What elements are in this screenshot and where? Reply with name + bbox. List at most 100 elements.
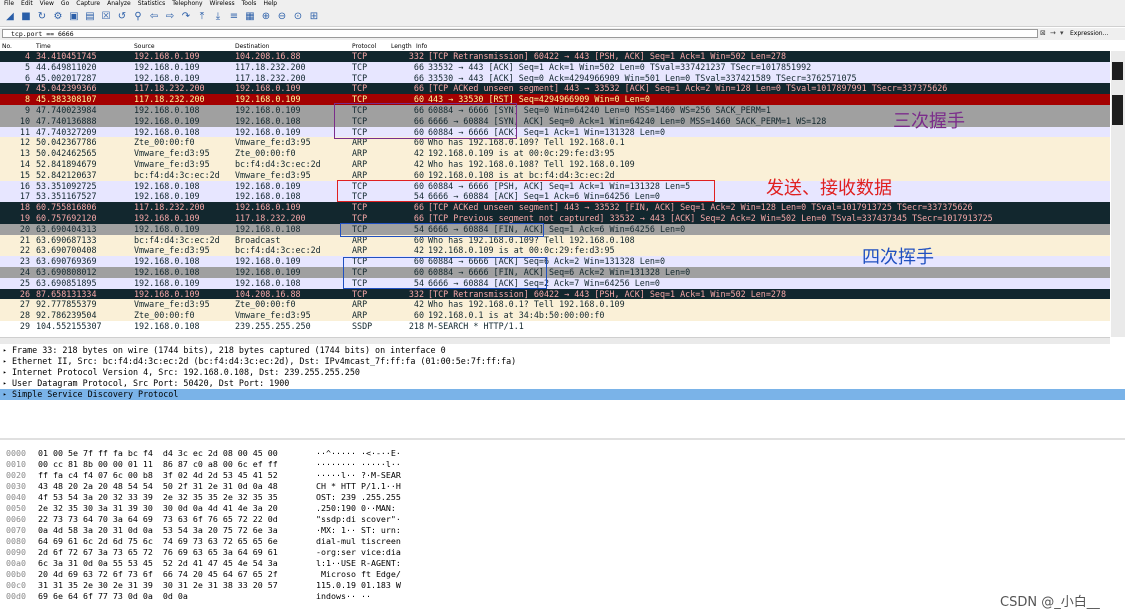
packet-row[interactable]: 6 45.002017287 192.168.0.109 117.18.232.200… xyxy=(0,72,1110,84)
hex-row[interactable]: 0010 00 cc 81 8b 00 00 01 11 86 87 c0 a8 … xyxy=(0,459,1125,470)
detail-tree-item[interactable]: ▸ Internet Protocol Version 4, Src: 192.1… xyxy=(0,367,1125,378)
hex-row[interactable]: 0090 2d 6f 72 67 3a 73 65 72 76 69 63 65 … xyxy=(0,547,1125,558)
packet-row[interactable]: 28 92.786239504 Zte_00:00:f0 Vmware_fe:d3:9… xyxy=(0,310,1110,321)
restart-icon[interactable]: ↻ xyxy=(36,11,48,23)
column-header-length[interactable]: Length xyxy=(391,43,412,51)
hex-row[interactable]: 0060 22 73 73 64 70 3a 64 69 73 63 6f 76 … xyxy=(0,514,1125,525)
menu-item-help[interactable]: Help xyxy=(263,0,277,7)
column-header-time[interactable]: Time xyxy=(36,43,51,51)
last-icon[interactable]: ⤓ xyxy=(212,11,224,23)
expand-arrow-icon[interactable]: ▸ xyxy=(3,356,7,367)
packet-row[interactable]: 25 63.690851895 192.168.0.109 192.168.0.108… xyxy=(0,277,1110,289)
hex-row[interactable]: 0080 64 69 61 6c 2d 6d 75 6c 74 69 73 63 … xyxy=(0,536,1125,547)
packet-row[interactable]: 15 52.842120637 bc:f4:d4:3c:ec:2d Vmware_fe… xyxy=(0,169,1110,181)
column-header-source[interactable]: Source xyxy=(134,43,155,51)
packet-no: 9 xyxy=(24,104,30,115)
column-header-destination[interactable]: Destination xyxy=(235,43,269,51)
options-icon[interactable]: ⚙ xyxy=(52,11,64,23)
packet-row[interactable]: 5 44.649811020 192.168.0.109 117.18.232.200… xyxy=(0,61,1110,73)
hex-row[interactable]: 00a0 6c 3a 31 0d 0a 55 53 45 52 2d 41 47 … xyxy=(0,558,1125,569)
menu-item-go[interactable]: Go xyxy=(61,0,69,7)
packet-row[interactable]: 7 45.042399366 117.18.232.200 192.168.0.109… xyxy=(0,83,1110,95)
detail-tree-item[interactable]: ▸ Ethernet II, Src: bc:f4:d4:3c:ec:2d (bc… xyxy=(0,356,1125,367)
hex-row[interactable]: 0030 43 48 20 2a 20 48 54 54 50 2f 31 2e … xyxy=(0,481,1125,492)
packet-row[interactable]: 8 45.383308107 117.18.232.200 192.168.0.109… xyxy=(0,94,1110,105)
hex-row[interactable]: 0020 ff fa c4 f4 07 6c 00 b8 3f 02 4d 2d … xyxy=(0,470,1125,481)
packet-time: 63.690404313 xyxy=(36,223,97,234)
shark-fin-icon[interactable]: ◢ xyxy=(4,11,16,23)
hex-row[interactable]: 0070 0a 4d 58 3a 20 31 0d 0a 53 54 3a 20 … xyxy=(0,525,1125,536)
expand-arrow-icon[interactable]: ▸ xyxy=(3,378,7,389)
hex-row[interactable]: 00b0 20 4d 69 63 72 6f 73 6f 66 74 20 45 … xyxy=(0,569,1125,580)
display-filter-input[interactable]: tcp.port == 6666 xyxy=(2,29,1038,38)
packet-row[interactable]: 14 52.841894679 Vmware_fe:d3:95 bc:f4:d4:3c… xyxy=(0,158,1110,170)
menu-item-edit[interactable]: Edit xyxy=(21,0,33,7)
packet-row[interactable]: 21 63.690687133 bc:f4:d4:3c:ec:2d Broadcast… xyxy=(0,234,1110,246)
menu-item-tools[interactable]: Tools xyxy=(242,0,257,7)
reload-icon[interactable]: ↺ xyxy=(116,11,128,23)
menu-item-capture[interactable]: Capture xyxy=(76,0,100,7)
menu-item-telephony[interactable]: Telephony xyxy=(172,0,202,7)
expand-arrow-icon[interactable]: ▸ xyxy=(3,389,7,400)
menu-item-view[interactable]: View xyxy=(40,0,54,7)
packet-row[interactable]: 24 63.690808012 192.168.0.108 192.168.0.109… xyxy=(0,266,1110,278)
detail-tree-item[interactable]: ▸ User Datagram Protocol, Src Port: 50420… xyxy=(0,378,1125,389)
first-icon[interactable]: ⤒ xyxy=(196,11,208,23)
packet-list-scrollbar[interactable] xyxy=(1111,51,1125,337)
expand-arrow-icon[interactable]: ▸ xyxy=(3,345,7,356)
zoom-reset-icon[interactable]: ⊙ xyxy=(292,11,304,23)
packet-row[interactable]: 4 34.410451745 192.168.0.109 104.208.16.88 T… xyxy=(0,51,1110,62)
packet-length: 42 xyxy=(413,299,424,310)
autoscroll-icon[interactable]: ≡ xyxy=(228,11,240,23)
detail-tree-item[interactable]: ▸ Simple Service Discovery Protocol xyxy=(0,389,1125,400)
packet-info: Who has 192.168.0.108? Tell 192.168.0.10… xyxy=(428,158,635,169)
column-header-info[interactable]: Info xyxy=(416,43,427,51)
expand-arrow-icon[interactable]: ▸ xyxy=(3,367,7,378)
packet-length: 42 xyxy=(413,148,424,159)
packet-destination: 192.168.0.109 xyxy=(235,202,301,213)
stop-icon[interactable]: ■ xyxy=(20,11,32,23)
detail-tree-item[interactable]: ▸ Frame 33: 218 bytes on wire (1744 bits)… xyxy=(0,345,1125,356)
hex-row[interactable]: 0000 01 00 5e 7f ff fa bc f4 d4 3c ec 2d … xyxy=(0,448,1125,459)
packet-row[interactable]: 13 50.042462565 Vmware_fe:d3:95 Zte_00:00:f… xyxy=(0,148,1110,159)
save-icon[interactable]: ▤ xyxy=(84,11,96,23)
resize-columns-icon[interactable]: ⊞ xyxy=(308,11,320,23)
filter-dropdown-icon[interactable]: ▾ xyxy=(1060,29,1064,38)
column-header-protocol[interactable]: Protocol xyxy=(352,43,376,51)
packet-row[interactable]: 26 87.658131334 192.168.0.109 104.208.16.88… xyxy=(0,288,1110,300)
forward-icon[interactable]: ⇨ xyxy=(164,11,176,23)
column-header-no[interactable]: No. xyxy=(2,43,12,51)
detail-label: User Datagram Protocol, Src Port: 50420,… xyxy=(12,378,290,388)
open-icon[interactable]: ▣ xyxy=(68,11,80,23)
hex-row[interactable]: 00c0 31 31 35 2e 30 2e 31 39 30 31 2e 31 … xyxy=(0,580,1125,591)
packet-row[interactable]: 18 60.755816806 117.18.232.200 192.168.0.10… xyxy=(0,202,1110,213)
close-file-icon[interactable]: ☒ xyxy=(100,11,112,23)
packet-row[interactable]: 23 63.690769369 192.168.0.108 192.168.0.109… xyxy=(0,256,1110,267)
menu-item-wireless[interactable]: Wireless xyxy=(210,0,235,7)
hex-offset: 00d0 xyxy=(6,591,26,601)
hex-row[interactable]: 0050 2e 32 35 30 3a 31 39 30 30 0d 0a 4d … xyxy=(0,503,1125,514)
back-icon[interactable]: ⇦ xyxy=(148,11,160,23)
goto-icon[interactable]: ↷ xyxy=(180,11,192,23)
packet-row[interactable]: 20 63.690404313 192.168.0.109 192.168.0.108… xyxy=(0,223,1110,235)
packet-row[interactable]: 22 63.690700408 Vmware_fe:d3:95 bc:f4:d4:3c… xyxy=(0,245,1110,257)
packet-row[interactable]: 27 92.777855379 Vmware_fe:d3:95 Zte_00:00:f… xyxy=(0,299,1110,311)
clear-filter-icon[interactable]: ⊠ xyxy=(1040,29,1046,38)
expression-button[interactable]: Expression... xyxy=(1070,29,1108,38)
packet-row[interactable]: 29 104.552155307 192.168.0.108 239.255.255.… xyxy=(0,320,1110,332)
menu-item-statistics[interactable]: Statistics xyxy=(138,0,165,7)
zoom-in-icon[interactable]: ⊕ xyxy=(260,11,272,23)
packet-row[interactable]: 12 50.042367786 Zte_00:00:f0 Vmware_fe:d3:9… xyxy=(0,137,1110,149)
packet-length: 60 xyxy=(413,169,424,180)
pane-divider[interactable] xyxy=(0,438,1125,440)
menu-item-analyze[interactable]: Analyze xyxy=(107,0,131,7)
zoom-out-icon[interactable]: ⊖ xyxy=(276,11,288,23)
packet-row[interactable]: 19 60.757692120 192.168.0.109 117.18.232.20… xyxy=(0,212,1110,224)
find-icon[interactable]: ⚲ xyxy=(132,11,144,23)
menu-item-file[interactable]: File xyxy=(4,0,14,7)
colorize-icon[interactable]: ▦ xyxy=(244,11,256,23)
packet-list-hscrollbar[interactable] xyxy=(0,337,1110,344)
hex-row[interactable]: 0040 4f 53 54 3a 20 32 33 39 2e 32 35 35 … xyxy=(0,492,1125,503)
hex-row[interactable]: 00d0 69 6e 64 6f 77 73 0d 0a 0d 0a indows·… xyxy=(0,591,1125,602)
apply-filter-icon[interactable]: → xyxy=(1050,29,1056,38)
